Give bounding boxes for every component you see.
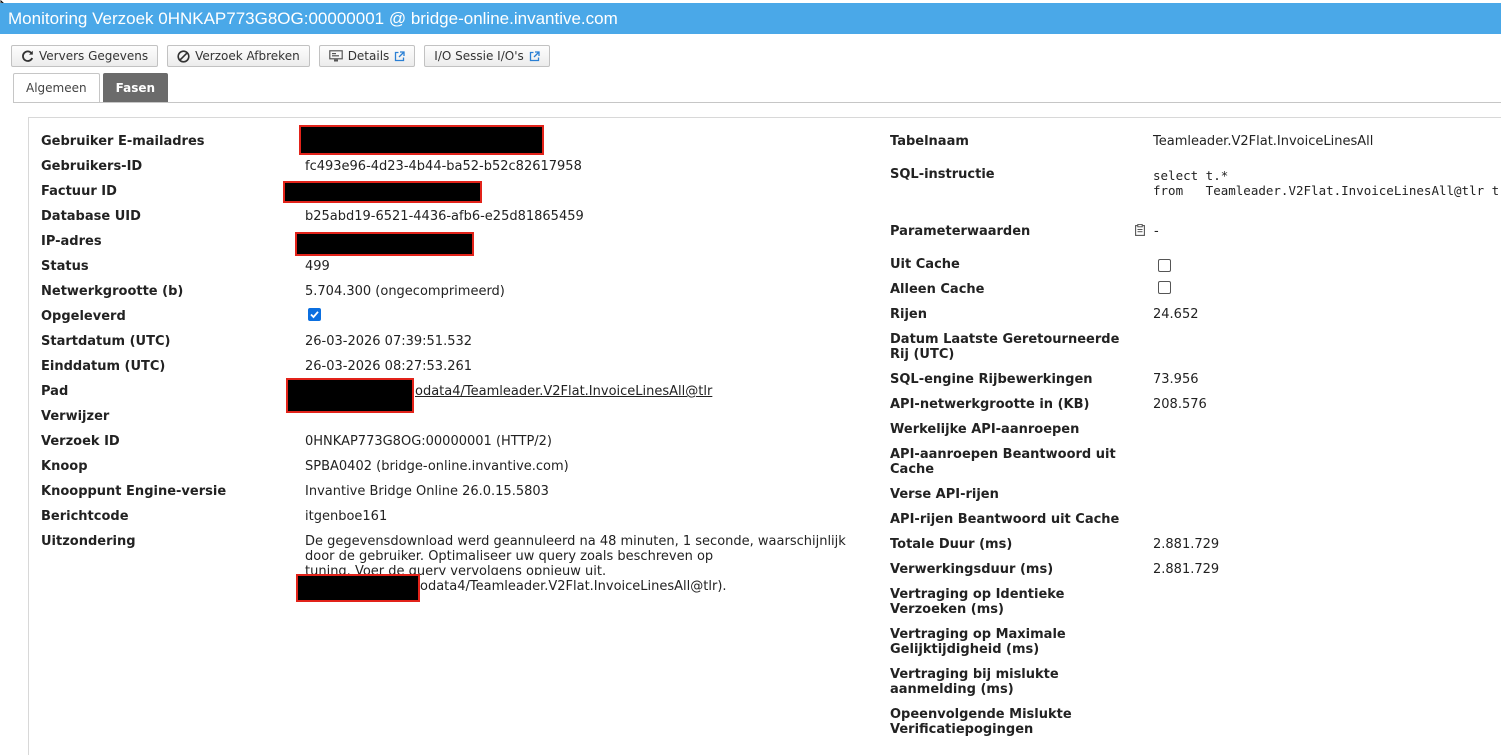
table-name-value: Teamleader.V2Flat.InvoiceLinesAll (1153, 134, 1374, 149)
api-network-size-label: API-netwerkgrootte in (KB) (890, 397, 1090, 412)
delay-max-concurrency-label: Vertraging op Maximale Gelijktijdigheid … (890, 627, 1066, 657)
end-date-label: Einddatum (UTC) (41, 359, 166, 374)
details-panel (28, 117, 1501, 755)
external-link-icon (395, 50, 405, 61)
tab-phases[interactable]: Fasen (102, 73, 169, 102)
details-icon (328, 50, 343, 62)
total-duration-label: Totale Duur (ms) (890, 537, 1013, 552)
parameters-label: Parameterwaarden (890, 224, 1031, 239)
request-id-value: 0HNKAP773G8OG:00000001 (HTTP/2) (305, 434, 553, 449)
delivered-label: Opgeleverd (41, 309, 126, 324)
ip-address-label: IP-adres (41, 234, 102, 249)
status-value: 499 (305, 259, 330, 274)
network-size-label: Netwerkgrootte (b) (41, 284, 184, 299)
start-date-value: 26-03-2026 07:39:51.532 (305, 334, 473, 349)
details-button-label: Details (347, 49, 390, 63)
user-id-label: Gebruikers-ID (41, 159, 143, 174)
refresh-button[interactable]: Ververs Gegevens (11, 45, 159, 67)
message-code-value: itgenboe161 (305, 509, 388, 524)
window-title: Monitoring Verzoek 0HNKAP773G8OG:0000000… (0, 3, 1501, 34)
redacted-invoice-id (283, 181, 482, 203)
delay-failed-login-label: Vertraging bij mislukte aanmelding (ms) (890, 667, 1059, 697)
end-date-value: 26-03-2026 08:27:53.261 (305, 359, 473, 374)
engine-version-label: Knooppunt Engine-versie (41, 484, 227, 499)
from-cache-label: Uit Cache (890, 257, 960, 272)
toolbar: Ververs Gegevens Verzoek Afbreken Detail… (11, 45, 550, 67)
message-code-label: Berichtcode (41, 509, 129, 524)
total-duration-value: 2.881.729 (1153, 537, 1220, 552)
invoice-id-label: Factuur ID (41, 184, 117, 199)
only-cache-checkbox[interactable] (1158, 281, 1171, 294)
path-label: Pad (41, 384, 69, 399)
redacted-ip-address (295, 232, 474, 256)
tab-general[interactable]: Algemeen (13, 73, 100, 103)
api-network-size-value: 208.576 (1153, 397, 1207, 412)
sql-statement-label: SQL-instructie (890, 167, 995, 182)
ban-icon (177, 49, 190, 63)
db-uid-label: Database UID (41, 209, 141, 224)
parameters-value: - (1154, 224, 1159, 239)
refresh-button-label: Ververs Gegevens (39, 49, 149, 63)
request-id-label: Verzoek ID (41, 434, 120, 449)
io-session-button[interactable]: I/O Sessie I/O's (424, 45, 550, 67)
external-link-icon (529, 50, 540, 61)
redacted-path-prefix (286, 378, 414, 413)
processing-duration-label: Verwerkingsduur (ms) (890, 562, 1054, 577)
only-cache-label: Alleen Cache (890, 282, 985, 297)
sql-statement-line-2: from Teamleader.V2Flat.InvoiceLinesAll@t… (1153, 183, 1500, 198)
sql-engine-rows-value: 73.956 (1153, 372, 1199, 387)
api-cache-rows-label: API-rijen Beantwoord uit Cache (890, 512, 1120, 527)
io-session-button-label: I/O Sessie I/O's (434, 49, 524, 63)
email-label: Gebruiker E-mailadres (41, 134, 205, 149)
processing-duration-value: 2.881.729 (1153, 562, 1220, 577)
exception-value: De gegevensdownload werd geannuleerd na … (305, 534, 846, 564)
path-link[interactable]: odata4/Teamleader.V2Flat.InvoiceLinesAll… (415, 384, 712, 399)
start-date-label: Startdatum (UTC) (41, 334, 171, 349)
exception-path-tail: odata4/Teamleader.V2Flat.InvoiceLinesAll… (420, 579, 727, 594)
sql-engine-rows-label: SQL-engine Rijbewerkingen (890, 372, 1093, 387)
fresh-api-rows-label: Verse API-rijen (890, 487, 999, 502)
redacted-exception-path (296, 574, 420, 602)
abort-request-button[interactable]: Verzoek Afbreken (167, 45, 310, 67)
delivered-checkbox[interactable] (308, 308, 321, 321)
node-value: SPBA0402 (bridge-online.invantive.com) (305, 459, 569, 474)
api-cache-calls-label: API-aanroepen Beantwoord uit Cache (890, 447, 1116, 477)
referrer-label: Verwijzer (41, 409, 110, 424)
sql-statement-line-1: select t.* (1153, 168, 1229, 183)
status-label: Status (41, 259, 89, 274)
rows-label: Rijen (890, 307, 927, 322)
last-row-date-label: Datum Laatste Geretourneerde Rij (UTC) (890, 332, 1120, 362)
network-size-value: 5.704.300 (ongecomprimeerd) (305, 284, 505, 299)
details-button[interactable]: Details (318, 45, 416, 67)
abort-request-button-label: Verzoek Afbreken (195, 49, 300, 63)
user-id-value: fc493e96-4d23-4b44-ba52-b52c82617958 (305, 159, 582, 174)
from-cache-checkbox[interactable] (1158, 259, 1171, 272)
node-label: Knoop (41, 459, 88, 474)
exception-label: Uitzondering (41, 534, 136, 549)
tab-divider (13, 102, 1501, 103)
engine-version-value: Invantive Bridge Online 26.0.15.5803 (305, 484, 549, 499)
table-name-label: Tabelnaam (890, 134, 969, 149)
failed-verification-label: Opeenvolgende Mislukte Verificatiepoging… (890, 707, 1072, 737)
checkmark-icon (310, 311, 319, 319)
api-calls-label: Werkelijke API-aanroepen (890, 422, 1080, 437)
refresh-icon (22, 50, 34, 62)
delay-identical-label: Vertraging op Identieke Verzoeken (ms) (890, 587, 1065, 617)
tab-bar: Algemeen Fasen (13, 73, 169, 103)
rows-value: 24.652 (1153, 307, 1199, 322)
redacted-email (299, 125, 544, 155)
db-uid-value: b25abd19-6521-4436-afb6-e25d81865459 (305, 209, 584, 224)
copy-clipboard-icon[interactable] (1135, 224, 1145, 236)
